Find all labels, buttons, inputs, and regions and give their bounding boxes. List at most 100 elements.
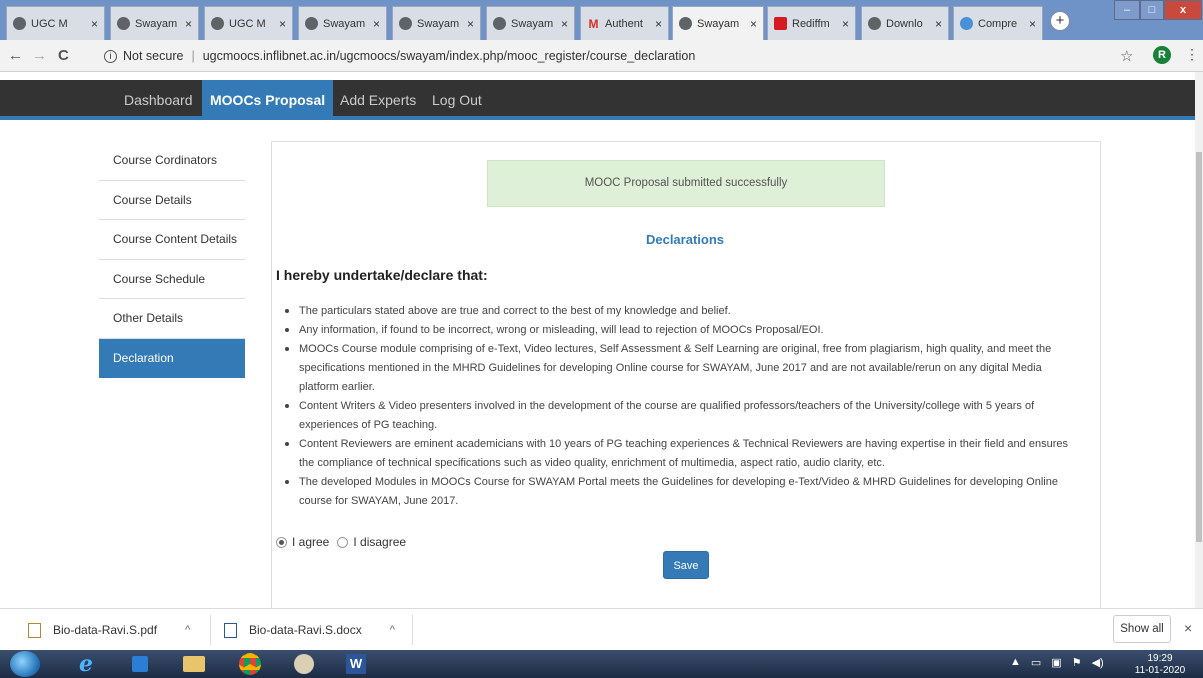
download-item[interactable]: Bio-data-Ravi.S.pdf ^: [28, 609, 190, 651]
declaration-list: The particulars stated above are true an…: [282, 302, 1082, 511]
chrome-icon[interactable]: [230, 652, 270, 676]
browser-tab[interactable]: Swayam ×: [110, 6, 199, 40]
sidebar-item-declaration[interactable]: Declaration: [99, 338, 245, 378]
info-icon[interactable]: i: [104, 49, 117, 63]
tab-close-icon[interactable]: ×: [655, 17, 662, 31]
reload-icon[interactable]: C: [58, 47, 69, 64]
tab-close-icon[interactable]: ×: [750, 17, 757, 31]
tab-close-icon[interactable]: ×: [935, 17, 942, 31]
paint-icon[interactable]: [284, 652, 324, 676]
browser-tab[interactable]: Downlo ×: [861, 6, 949, 40]
tab-close-icon[interactable]: ×: [373, 17, 380, 31]
download-filename: Bio-data-Ravi.S.pdf: [53, 623, 158, 637]
download-item[interactable]: Bio-data-Ravi.S.docx ^: [224, 609, 395, 651]
volume-icon[interactable]: ◀): [1092, 656, 1104, 669]
tab-label: UGC M: [31, 17, 68, 30]
start-icon[interactable]: [10, 651, 40, 677]
browser-menu-icon[interactable]: ⋮: [1185, 46, 1199, 63]
tab-close-icon[interactable]: ×: [1029, 17, 1036, 31]
maximize-button[interactable]: □: [1140, 0, 1164, 20]
tab-label: Rediffm: [792, 17, 830, 30]
globe-icon: [117, 17, 130, 30]
clock[interactable]: 19:29 11-01-2020: [1130, 653, 1190, 677]
tab-label: Authent: [605, 17, 643, 30]
list-item: The particulars stated above are true an…: [282, 302, 1082, 321]
tab-close-icon[interactable]: ×: [91, 17, 98, 31]
system-tray: ▲ ▭ ▣ ⚑ ◀): [1010, 656, 1104, 669]
declaration-heading: I hereby undertake/declare that:: [276, 267, 488, 283]
sidebar-item-course-schedule[interactable]: Course Schedule: [99, 260, 245, 299]
list-item: The developed Modules in MOOCs Course fo…: [282, 473, 1082, 511]
success-alert: MOOC Proposal submitted successfully: [487, 160, 885, 207]
sidebar-item-course-content-details[interactable]: Course Content Details: [99, 220, 245, 260]
chevron-up-icon[interactable]: ^: [390, 624, 395, 636]
browser-tab-active[interactable]: Swayam ×: [672, 6, 764, 40]
downloads-bar: Bio-data-Ravi.S.pdf ^ Bio-data-Ravi.S.do…: [0, 608, 1203, 650]
sidebar-item-course-details[interactable]: Course Details: [99, 181, 245, 220]
globe-icon: [305, 17, 318, 30]
list-item: MOOCs Course module comprising of e-Text…: [282, 340, 1082, 397]
chevron-up-icon[interactable]: ^: [185, 624, 190, 636]
window-close-button[interactable]: x: [1164, 0, 1202, 20]
bookmark-star-icon[interactable]: ☆: [1120, 47, 1133, 65]
url-field[interactable]: i Not secure | ugcmoocs.inflibnet.ac.in/…: [104, 44, 1104, 68]
disagree-radio[interactable]: [337, 536, 349, 548]
pdf-file-icon: [28, 622, 41, 638]
globe-icon: [493, 17, 506, 30]
tab-label: Compre: [978, 17, 1018, 30]
tab-label: Swayam: [135, 17, 178, 30]
back-icon[interactable]: ←: [8, 47, 23, 64]
explorer-icon[interactable]: [174, 652, 214, 676]
word-icon[interactable]: W: [336, 652, 376, 676]
agree-radio[interactable]: [276, 536, 287, 548]
clock-time: 19:29: [1147, 653, 1173, 664]
show-all-button[interactable]: Show all: [1113, 615, 1171, 643]
security-label: Not secure: [123, 49, 184, 63]
tab-label: Swayam: [511, 17, 554, 30]
browser-tab[interactable]: Rediffm ×: [767, 6, 856, 40]
agree-label[interactable]: I agree: [292, 535, 329, 549]
browser-tab[interactable]: Swayam ×: [486, 6, 575, 40]
list-item: Content Writers & Video presenters invol…: [282, 397, 1082, 435]
browser-tab[interactable]: Swayam ×: [392, 6, 481, 40]
rediff-icon: [774, 17, 787, 30]
profile-avatar[interactable]: R: [1153, 46, 1171, 64]
tab-close-icon[interactable]: ×: [467, 17, 474, 31]
media-player-icon[interactable]: [120, 652, 160, 676]
save-button[interactable]: Save: [663, 551, 709, 579]
nav-add-experts[interactable]: Add Experts: [332, 80, 424, 120]
compress-icon: [960, 17, 973, 30]
tab-close-icon[interactable]: ×: [842, 17, 849, 31]
globe-icon: [868, 17, 881, 30]
nav-dashboard[interactable]: Dashboard: [116, 80, 201, 120]
network-icon[interactable]: ▭: [1031, 656, 1041, 669]
nav-moocs-proposal[interactable]: MOOCs Proposal: [202, 80, 334, 120]
tab-close-icon[interactable]: ×: [561, 17, 568, 31]
globe-icon: [679, 17, 692, 30]
tray-app-icon[interactable]: ▣: [1051, 656, 1061, 669]
new-tab-button[interactable]: +: [1050, 11, 1070, 31]
ie-icon[interactable]: e: [66, 651, 106, 677]
sidebar-item-other-details[interactable]: Other Details: [99, 299, 245, 339]
close-downloads-icon[interactable]: ×: [1184, 620, 1192, 636]
forward-icon[interactable]: →: [32, 47, 47, 64]
tab-close-icon[interactable]: ×: [279, 17, 286, 31]
minimize-button[interactable]: –: [1114, 0, 1140, 20]
browser-tab[interactable]: UGC M ×: [6, 6, 105, 40]
browser-tab[interactable]: Compre ×: [953, 6, 1043, 40]
tray-expand-icon[interactable]: ▲: [1010, 656, 1021, 669]
scrollbar-thumb[interactable]: [1196, 152, 1202, 542]
url-text: ugcmoocs.inflibnet.ac.in/ugcmoocs/swayam…: [202, 49, 696, 63]
browser-tab[interactable]: Swayam ×: [298, 6, 387, 40]
url-separator: |: [191, 49, 195, 63]
browser-tab[interactable]: UGC M ×: [204, 6, 293, 40]
browser-tab[interactable]: M Authent ×: [580, 6, 669, 40]
action-center-icon[interactable]: ⚑: [1072, 656, 1082, 669]
disagree-label[interactable]: I disagree: [353, 535, 406, 549]
tab-close-icon[interactable]: ×: [185, 17, 192, 31]
nav-log-out[interactable]: Log Out: [424, 80, 490, 120]
sidebar: Course Cordinators Course Details Course…: [99, 141, 245, 378]
globe-icon: [211, 17, 224, 30]
sidebar-item-course-cordinators[interactable]: Course Cordinators: [99, 141, 245, 181]
agreement-radio-group: I agree I disagree: [276, 535, 414, 549]
